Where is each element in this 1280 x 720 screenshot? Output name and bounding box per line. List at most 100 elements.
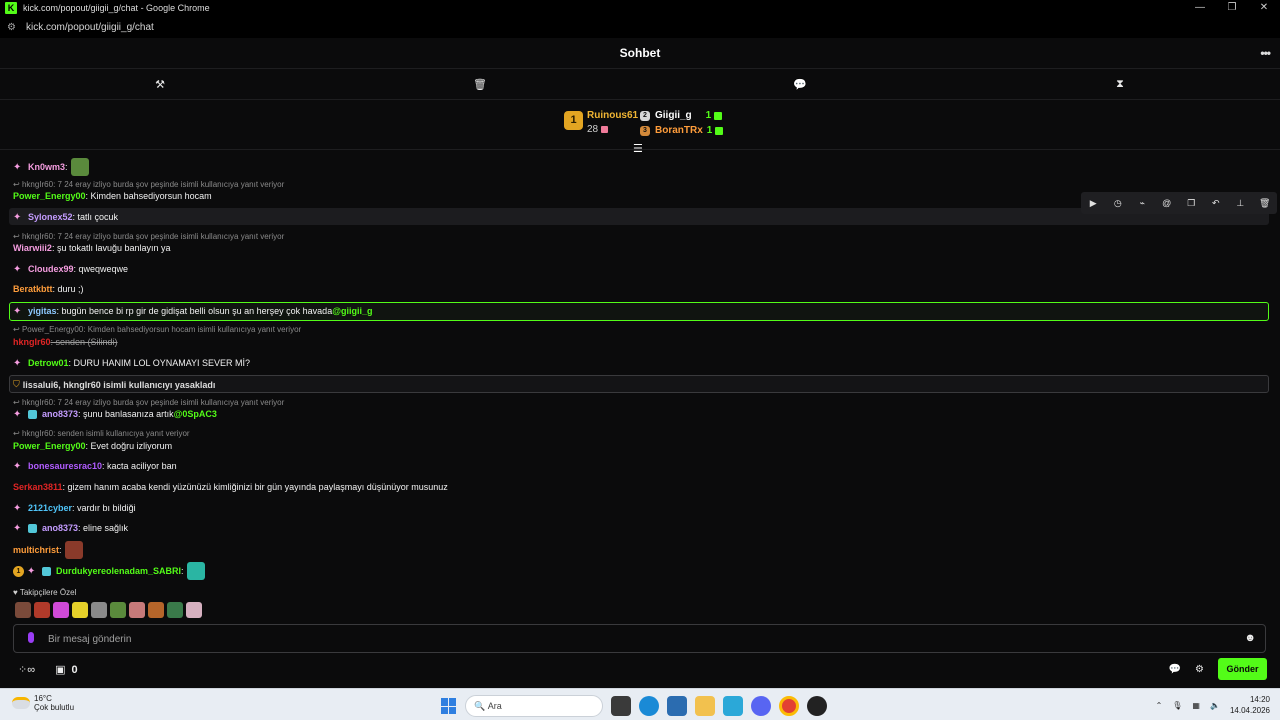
chat-message[interactable]: ✦ ano8373: eline sağlık [13, 523, 128, 533]
emote-icon[interactable] [129, 602, 145, 618]
discord-icon[interactable] [751, 696, 771, 716]
play-icon[interactable]: ▶ [1086, 198, 1100, 209]
gift-icon [601, 125, 609, 133]
more-options-icon[interactable]: ••• [1260, 46, 1271, 60]
task-view-icon[interactable] [611, 696, 631, 716]
windows-start-icon[interactable] [441, 698, 457, 714]
reply-context[interactable]: ↩ hkngIr60: 7 24 eray izliyo burda şov p… [13, 232, 284, 241]
reply-context[interactable]: ↩ Power_Energy00: Kimden bahsediyorsun h… [13, 325, 301, 334]
gift-box-icon[interactable]: ▣ [55, 663, 65, 676]
leader-first-count: 28 [587, 124, 609, 135]
trash-icon[interactable]: 🗑 [470, 78, 490, 91]
site-info-icon[interactable]: ⚙ [7, 22, 16, 33]
hourglass-icon[interactable]: ⧗ [1110, 78, 1130, 91]
reply-context[interactable]: ↩ hkngIr60: senden isimli kullanıcıya ya… [13, 429, 190, 438]
chat-message[interactable]: ✦ ano8373: şunu banlasanıza artık @0SpAC… [13, 409, 217, 419]
reply-context[interactable]: ↩ hkngIr60: 7 24 eray izliyo burda şov p… [13, 180, 284, 189]
emote-icon[interactable] [167, 602, 183, 618]
copy-icon[interactable]: ❐ [1184, 198, 1198, 209]
pin-icon[interactable]: ⊥ [1233, 198, 1247, 209]
message-input-box[interactable]: ☻ [13, 624, 1266, 653]
system-ban-message: ⛉ lissalui6, hkngIr60 isimli kullanıcıyı… [13, 379, 216, 390]
edge-icon[interactable] [639, 696, 659, 716]
minimize-icon[interactable]: — [1184, 0, 1216, 16]
dance-emote-icon [186, 562, 205, 580]
mod-toolbar: ⚒ 🗑 💬 ⧗ [0, 69, 1280, 100]
butterfly-badge-icon: ✦ [13, 502, 22, 514]
emote-icon[interactable] [53, 602, 69, 618]
rank-one-badge: 1 [564, 111, 583, 130]
emote-icon[interactable] [186, 602, 202, 618]
emote-icon[interactable] [91, 602, 107, 618]
settings-app-icon[interactable] [723, 696, 743, 716]
chat-messages: ✦ Kn0wm3: ↩ hkngIr60: 7 24 eray izliyo b… [0, 150, 1280, 622]
close-icon[interactable]: ✕ [1248, 0, 1280, 16]
window-title: kick.com/popout/giigii_g/chat - Google C… [23, 3, 210, 13]
chat-message[interactable]: ✦ Kn0wm3: [13, 158, 89, 176]
address-bar[interactable]: ⚙ kick.com/popout/giigii_g/chat [0, 16, 1280, 38]
leader-third[interactable]: 3 BoranTRx 1 [640, 123, 724, 138]
network-icon[interactable]: ▦ [1192, 701, 1200, 710]
og-badge-icon: 1 [13, 565, 24, 577]
windows-taskbar: 16°C Çok bulutlu 🔍 Ara ⌃ 🎙 ▦ 🔈 14:20 14.… [0, 688, 1280, 720]
chat-message[interactable]: Power_Energy00: Kimden bahsediyorsun hoc… [13, 191, 212, 201]
emoji-icon[interactable]: ☻ [1244, 632, 1256, 644]
hammer-icon[interactable]: ⚒ [150, 78, 170, 91]
chat-message-deleted[interactable]: hkngIr60: senden (Silindi) [13, 337, 118, 347]
leader-second[interactable]: 2 Giigii_g 1 [640, 108, 723, 123]
chrome-icon[interactable] [779, 696, 799, 716]
reply-context[interactable]: ↩ hkngIr60: 7 24 eray izliyo burda şov p… [13, 398, 284, 407]
emote-icon[interactable] [148, 602, 164, 618]
chevron-up-icon[interactable]: ⌃ [1156, 701, 1163, 710]
chat-message[interactable]: multichrist: [13, 541, 83, 559]
emote-icon[interactable] [72, 602, 88, 618]
reply-icon[interactable]: ↶ [1209, 198, 1223, 209]
message-input[interactable] [48, 631, 1228, 647]
volume-icon[interactable]: 🔈 [1210, 701, 1220, 710]
url-text[interactable]: kick.com/popout/giigii_g/chat [26, 22, 154, 33]
gifter-badge-icon [28, 409, 37, 419]
app-icon[interactable] [807, 696, 827, 716]
butterfly-badge-icon: ✦ [13, 408, 22, 420]
chat-message[interactable]: ✦ 2121cyber: vardır bı bildiği [13, 503, 136, 513]
weather-widget[interactable]: 16°C Çok bulutlu [12, 694, 74, 712]
emote-icon[interactable] [34, 602, 50, 618]
browser-title-bar: K kick.com/popout/giigii_g/chat - Google… [0, 0, 1280, 16]
chat-message-mention[interactable]: ✦ yigitas: bugün bence bi rp gir de gidi… [13, 306, 372, 316]
file-explorer-icon[interactable] [695, 696, 715, 716]
clock-icon[interactable]: ◷ [1111, 198, 1125, 209]
chat-message[interactable]: ✦ Detrow01: DURU HANIM LOL OYNAMAYI SEVE… [13, 358, 250, 368]
emote-icon[interactable] [110, 602, 126, 618]
maximize-icon[interactable]: ❐ [1216, 0, 1248, 16]
chat-settings-bubble-icon[interactable]: 💬 [1169, 664, 1181, 675]
chat-message[interactable]: Power_Energy00: Evet doğru izliyorum [13, 441, 172, 451]
taskbar-search[interactable]: 🔍 Ara [465, 695, 603, 717]
settings-gear-icon[interactable]: ⚙ [1195, 664, 1204, 675]
chat-bubble-icon[interactable]: 💬 [790, 78, 810, 91]
gift-icon [714, 111, 723, 120]
delete-icon[interactable]: 🗑 [1258, 198, 1272, 209]
kick-logo-icon: K [5, 2, 17, 14]
microphone-tray-icon[interactable]: 🎙 [1172, 701, 1182, 710]
microphone-icon[interactable] [28, 632, 34, 643]
leader-first-name[interactable]: Ruinous61 [587, 110, 638, 121]
system-tray: ⌃ 🎙 ▦ 🔈 14:20 14.04.2026 [1156, 694, 1270, 716]
chat-message[interactable]: Beratkbtt: duru ;) [13, 284, 84, 294]
chat-message[interactable]: Wiarwiii2: şu tokatlı lavuğu banlayın ya [13, 243, 171, 253]
mention-icon[interactable]: @ [1160, 198, 1174, 208]
infinity-points-icon[interactable]: ⁘∞ [18, 663, 35, 676]
store-icon[interactable] [667, 696, 687, 716]
clock[interactable]: 14:20 14.04.2026 [1230, 694, 1270, 716]
cloudy-weather-icon [12, 697, 30, 709]
emote-icon[interactable] [15, 602, 31, 618]
butterfly-badge-icon: ✦ [13, 211, 22, 223]
send-button[interactable]: Gönder [1218, 658, 1267, 680]
taskbar-apps: 🔍 Ara [441, 695, 827, 717]
chat-message[interactable]: 1 ✦ Durdukyereolenadam_SABRI: [13, 562, 205, 580]
chat-message[interactable]: ✦ bonesauresrac10: kacta aciliyor ban [13, 461, 177, 471]
chat-message[interactable]: ✦ Sylonex52: tatlı çocuk [13, 212, 118, 222]
face-emote-icon [64, 541, 83, 559]
chat-message[interactable]: Serkan3811: gizem hanım acaba kendi yüzü… [13, 482, 448, 492]
unmute-icon[interactable]: ⌁ [1135, 198, 1149, 209]
chat-message[interactable]: ✦ Cloudex99: qweqweqwe [13, 264, 128, 274]
